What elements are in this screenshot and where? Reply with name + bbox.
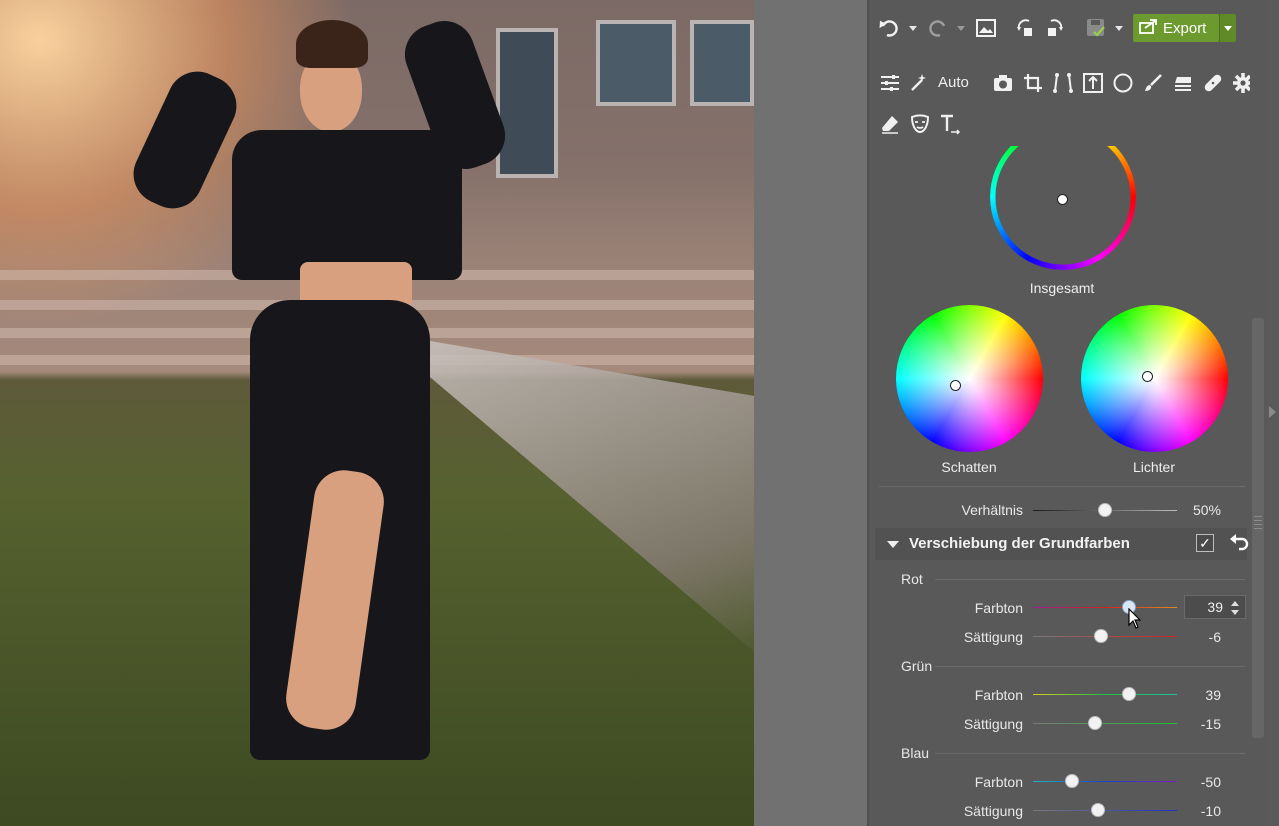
green-saturation-track[interactable] (1033, 723, 1177, 724)
figure-arm-left (123, 61, 247, 219)
collapse-panel-arrow-icon[interactable] (1269, 406, 1276, 418)
brush-icon[interactable] (1140, 70, 1166, 96)
perspective-icon[interactable] (1050, 70, 1076, 96)
red-saturation-handle[interactable] (1093, 629, 1108, 643)
overall-wheel-label: Insgesamt (1029, 280, 1095, 296)
green-saturation-label: Sättigung (963, 716, 1023, 732)
undo-icon[interactable] (877, 15, 903, 41)
highlights-color-wheel[interactable] (1081, 305, 1228, 452)
circle-filter-icon[interactable] (1110, 70, 1136, 96)
photo-editor-window: Export Auto Insgesamt Schatten Lichter V… (0, 0, 1279, 826)
spin-up-icon[interactable] (1231, 601, 1239, 606)
gradient-icon[interactable] (1170, 70, 1196, 96)
shadows-wheel-handle[interactable] (950, 380, 961, 391)
shadows-wheel-label: Schatten (941, 459, 997, 475)
mouse-cursor-icon (1128, 607, 1142, 630)
frame-icon[interactable] (1080, 70, 1106, 96)
spin-down-icon[interactable] (1231, 610, 1239, 615)
mask-icon[interactable] (907, 111, 933, 137)
adjustments-icon[interactable] (877, 70, 903, 96)
green-hue-label: Farbton (974, 687, 1023, 703)
redo-dropdown-icon (957, 26, 965, 31)
blue-hue-value: -50 (1200, 774, 1221, 790)
collapse-triangle-icon[interactable] (887, 541, 899, 548)
image-icon[interactable] (973, 15, 999, 41)
red-hue-track[interactable] (1033, 607, 1177, 608)
adjustments-panel: Export Auto Insgesamt Schatten Lichter V… (869, 0, 1253, 826)
divider (935, 753, 1245, 754)
reset-arrow-icon[interactable] (1229, 531, 1249, 557)
scrollbar-grip-icon (1254, 516, 1262, 530)
divider (879, 486, 1245, 487)
blue-hue-handle[interactable] (1064, 774, 1079, 788)
red-saturation-label: Sättigung (963, 629, 1023, 645)
red-saturation-value: -6 (1208, 629, 1221, 645)
redo-icon (924, 15, 950, 41)
export-label: Export (1163, 19, 1207, 37)
canvas-background (754, 0, 867, 826)
blue-saturation-label: Sättigung (963, 803, 1023, 819)
green-hue-value: 39 (1205, 687, 1221, 703)
figure-hair (296, 20, 368, 68)
blue-hue-label: Farbton (974, 774, 1023, 790)
auto-label[interactable]: Auto (938, 74, 969, 91)
overall-wheel-handle[interactable] (1057, 194, 1068, 205)
save-dropdown-icon[interactable] (1115, 26, 1123, 31)
export-icon (1133, 18, 1163, 38)
red-hue-label: Farbton (974, 600, 1023, 616)
group-title-green: Grün (901, 658, 933, 674)
crop-icon[interactable] (1020, 70, 1046, 96)
building-window (690, 20, 754, 106)
blue-saturation-value: -10 (1200, 803, 1221, 819)
export-button[interactable]: Export (1133, 14, 1219, 42)
green-saturation-value: -15 (1200, 716, 1221, 732)
group-title-blue: Blau (901, 745, 930, 761)
eraser-icon[interactable] (877, 111, 903, 137)
blue-hue-track[interactable] (1033, 781, 1177, 782)
building-window (596, 20, 676, 106)
blue-saturation-track[interactable] (1033, 810, 1177, 811)
photo-preview[interactable] (0, 0, 754, 826)
save-icon[interactable] (1083, 15, 1109, 41)
red-hue-spinbox[interactable]: 39 (1184, 595, 1246, 619)
ratio-value: 50% (1192, 502, 1221, 518)
bandage-icon[interactable] (1200, 70, 1226, 96)
ratio-label: Verhältnis (961, 502, 1023, 518)
green-hue-track[interactable] (1033, 694, 1177, 695)
green-hue-handle[interactable] (1122, 687, 1137, 701)
camera-icon[interactable] (990, 70, 1016, 96)
red-hue-value[interactable]: 39 (1185, 599, 1223, 615)
divider (935, 579, 1245, 580)
group-title-red: Rot (901, 571, 923, 587)
figure-jacket (232, 130, 462, 280)
section-header[interactable]: Verschiebung der Grundfarben ✓ (875, 528, 1249, 560)
text-icon[interactable] (937, 111, 963, 137)
section-title: Verschiebung der Grundfarben (909, 535, 1130, 552)
green-saturation-handle[interactable] (1087, 716, 1102, 730)
concrete-bench (424, 340, 754, 660)
undo-dropdown-icon[interactable] (909, 26, 917, 31)
section-enable-checkbox[interactable]: ✓ (1196, 534, 1214, 552)
blue-saturation-handle[interactable] (1090, 803, 1105, 817)
ratio-slider-handle[interactable] (1098, 503, 1112, 517)
rotate-left-icon[interactable] (1013, 15, 1039, 41)
magic-wand-icon[interactable] (906, 70, 932, 96)
highlights-wheel-label: Lichter (1132, 459, 1176, 475)
export-dropdown-button[interactable] (1219, 14, 1236, 42)
overall-wheel-mask (985, 120, 1140, 146)
building-window (496, 28, 558, 178)
shadows-color-wheel[interactable] (896, 305, 1043, 452)
rotate-right-icon[interactable] (1041, 15, 1067, 41)
overall-wheel-clip (985, 124, 1140, 279)
highlights-wheel-handle[interactable] (1142, 371, 1153, 382)
divider (935, 666, 1245, 667)
